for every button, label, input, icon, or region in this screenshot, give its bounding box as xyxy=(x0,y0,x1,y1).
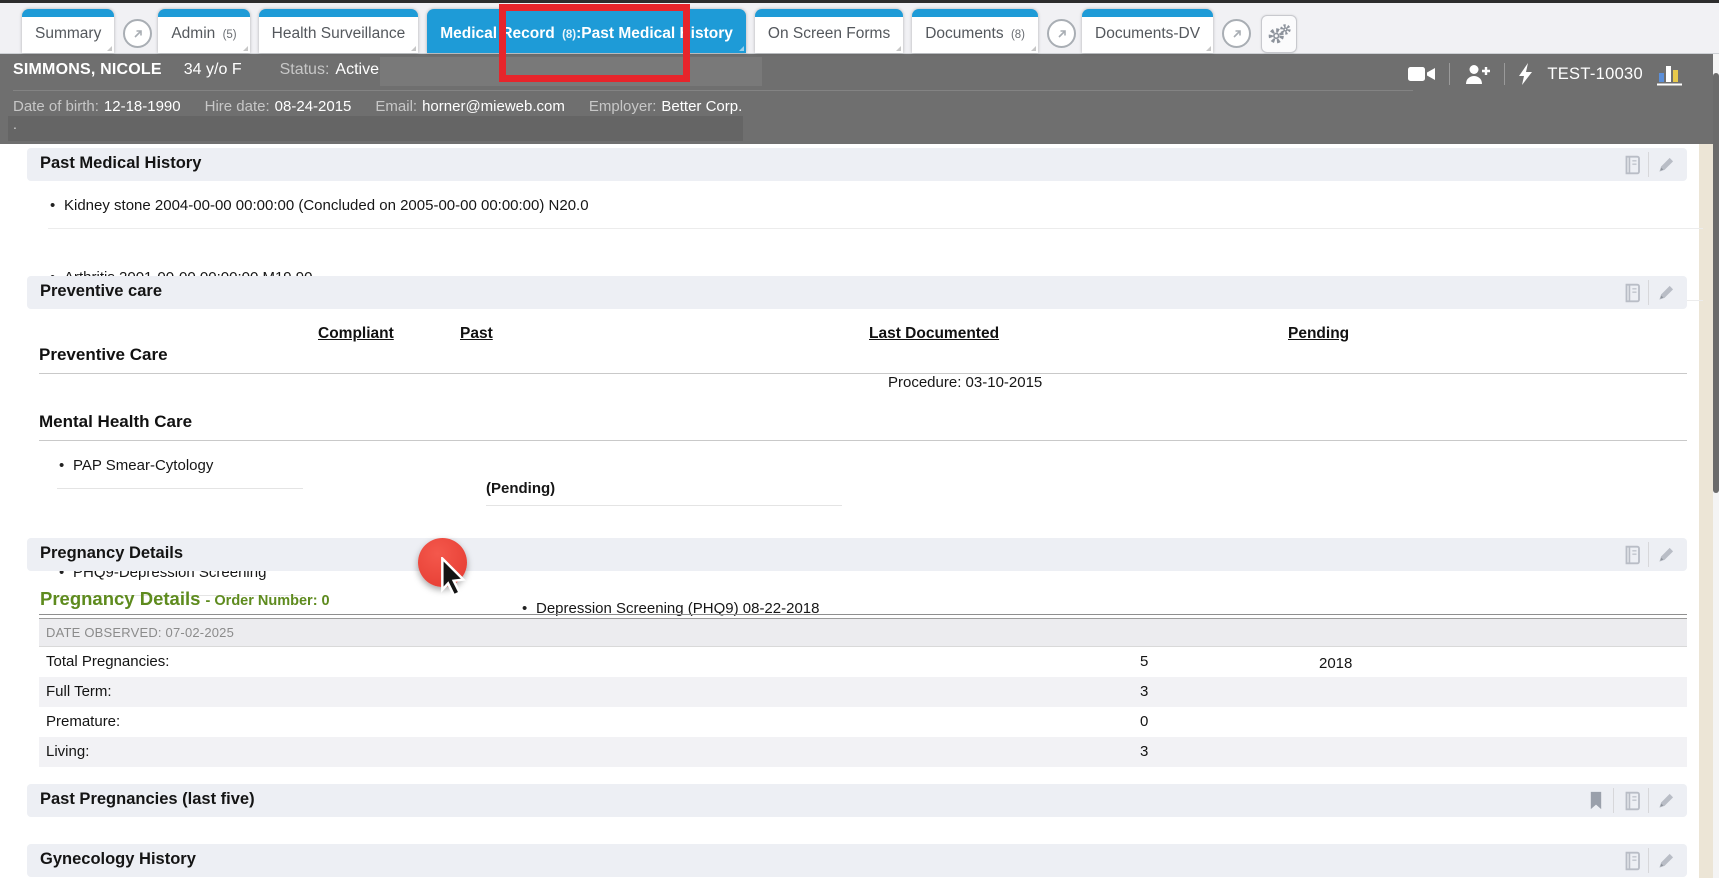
divider xyxy=(1449,63,1450,85)
employer-value: Better Corp. xyxy=(661,98,742,115)
journal-button[interactable] xyxy=(1614,844,1648,877)
documents-dv-popout-button[interactable] xyxy=(1222,19,1251,48)
flowsheet-chart-icon[interactable] xyxy=(1657,63,1685,86)
journal-button[interactable] xyxy=(1614,276,1648,309)
row-label: Living: xyxy=(46,743,89,760)
section-title: Past Pregnancies (last five) xyxy=(40,790,255,809)
tab-health-surveillance[interactable]: Health Surveillance xyxy=(259,9,419,53)
column-header-last-documented: Last Documented xyxy=(869,325,999,343)
section-preventive-care: Preventive care xyxy=(27,276,1687,309)
pregnancy-details-subtitle: Pregnancy Details - Order Number: 0 xyxy=(40,588,330,610)
pmh-item: Kidney stone 2004-00-00 00:00:00 (Conclu… xyxy=(48,193,1703,229)
subtitle-main: Pregnancy Details xyxy=(40,588,200,609)
patient-demographics-row: Date of birth: 12-18-1990 Hire date: 08-24… xyxy=(13,90,1413,115)
date-observed-row: DATE OBSERVED: 07-02-2025 xyxy=(39,619,1687,647)
chart-id: TEST-10030 xyxy=(1547,65,1643,84)
section-gynecology-history: Gynecology History xyxy=(27,844,1687,877)
pregnancy-row: Living: 3 xyxy=(39,737,1687,767)
tab-label: Documents-DV xyxy=(1095,25,1200,42)
section-title: Past Medical History xyxy=(40,154,201,173)
tab-admin[interactable]: Admin (5) xyxy=(158,9,249,53)
video-visit-icon[interactable] xyxy=(1408,65,1435,83)
preventive-item: PAP Smear-Cytology xyxy=(57,453,303,489)
add-person-icon[interactable] xyxy=(1464,64,1490,84)
tab-badge: (5) xyxy=(223,29,237,41)
past-screening-pending-flag: (Pending) xyxy=(486,480,842,506)
tab-label: On Screen Forms xyxy=(768,25,890,42)
edit-pencil-button[interactable] xyxy=(1649,844,1683,877)
hire-date-label: Hire date: xyxy=(205,98,270,115)
bookmark-button[interactable] xyxy=(1579,784,1613,817)
row-value: 3 xyxy=(1140,683,1148,700)
quick-action-bolt-icon[interactable] xyxy=(1519,63,1533,85)
section-past-medical-history: Past Medical History xyxy=(27,148,1687,181)
tab-label: Health Surveillance xyxy=(272,25,406,42)
tab-label: Admin xyxy=(171,25,215,42)
tab-settings-button[interactable] xyxy=(1261,15,1297,53)
section-pregnancy-details: Pregnancy Details xyxy=(27,538,1687,571)
dob-label: Date of birth: xyxy=(13,98,99,115)
patient-note-strip: . xyxy=(8,116,743,141)
mouse-cursor xyxy=(438,557,470,599)
row-label: Full Term: xyxy=(46,683,112,700)
right-sidebar-strip xyxy=(1699,144,1713,878)
journal-button[interactable] xyxy=(1614,538,1648,571)
tab-documents[interactable]: Documents (8) xyxy=(912,9,1038,53)
edit-pencil-button[interactable] xyxy=(1649,784,1683,817)
row-value: 3 xyxy=(1140,743,1148,760)
employer-label: Employer: xyxy=(589,98,657,115)
gears-icon xyxy=(1267,23,1291,45)
email-value: horner@mieweb.com xyxy=(422,98,565,115)
row-label: Total Pregnancies: xyxy=(46,653,169,670)
journal-button[interactable] xyxy=(1614,148,1648,181)
status-label: Status: xyxy=(280,61,330,79)
pregnancy-row: Premature: 0 xyxy=(39,707,1687,737)
column-header-past: Past xyxy=(460,325,493,343)
patient-name: SIMMONS, NICOLE xyxy=(13,61,162,79)
pregnancy-row: Total Pregnancies: 5 xyxy=(39,647,1687,677)
app-screen: Summary Admin (5) Health Surveillance Me… xyxy=(0,0,1719,878)
external-link-icon xyxy=(1231,28,1243,40)
tab-documents-dv[interactable]: Documents-DV xyxy=(1082,9,1213,53)
hire-date-value: 08-24-2015 xyxy=(275,98,352,115)
tab-on-screen-forms[interactable]: On Screen Forms xyxy=(755,9,903,53)
dob-value: 12-18-1990 xyxy=(104,98,181,115)
divider xyxy=(1504,63,1505,85)
last-documented-value: Procedure: 03-10-2015 xyxy=(888,374,1042,391)
section-title: Gynecology History xyxy=(40,850,196,869)
subtitle-order-number: - Order Number: 0 xyxy=(206,593,330,609)
highlight-box-annotation xyxy=(499,4,690,82)
tab-label: Documents xyxy=(925,25,1003,42)
tab-badge: (8) xyxy=(1011,29,1025,41)
group-header-mental-health-care: Mental Health Care xyxy=(39,412,1687,441)
scrollbar-thumb[interactable] xyxy=(1713,73,1719,493)
tab-summary[interactable]: Summary xyxy=(22,9,114,53)
column-header-compliant: Compliant xyxy=(318,325,394,343)
edit-pencil-button[interactable] xyxy=(1649,538,1683,571)
patient-age-sex: 34 y/o F xyxy=(184,61,242,79)
section-title: Preventive care xyxy=(40,282,162,301)
pregnancy-row: Full Term: 3 xyxy=(39,677,1687,707)
external-link-icon xyxy=(132,28,144,40)
edit-pencil-button[interactable] xyxy=(1649,276,1683,309)
chart-tab-bar: Summary Admin (5) Health Surveillance Me… xyxy=(0,3,1719,54)
section-past-pregnancies: Past Pregnancies (last five) xyxy=(27,784,1687,817)
documents-popout-button[interactable] xyxy=(1047,19,1076,48)
email-label: Email: xyxy=(375,98,417,115)
section-title: Pregnancy Details xyxy=(40,544,183,563)
row-label: Premature: xyxy=(46,713,120,730)
patient-note: . xyxy=(13,116,17,132)
window-top-edge xyxy=(0,0,1719,3)
external-link-icon xyxy=(1056,28,1068,40)
journal-button[interactable] xyxy=(1614,784,1648,817)
status-value: Active xyxy=(335,61,379,79)
tab-label: Summary xyxy=(35,25,101,42)
row-value: 0 xyxy=(1140,713,1148,730)
summary-popout-button[interactable] xyxy=(123,19,152,48)
row-value: 5 xyxy=(1140,653,1148,670)
column-header-pending: Pending xyxy=(1288,325,1349,343)
group-header-preventive-care: Preventive Care xyxy=(39,345,1687,374)
patient-header-band: SIMMONS, NICOLE 34 y/o F Status: Active xyxy=(0,53,1719,144)
edit-pencil-button[interactable] xyxy=(1649,148,1683,181)
